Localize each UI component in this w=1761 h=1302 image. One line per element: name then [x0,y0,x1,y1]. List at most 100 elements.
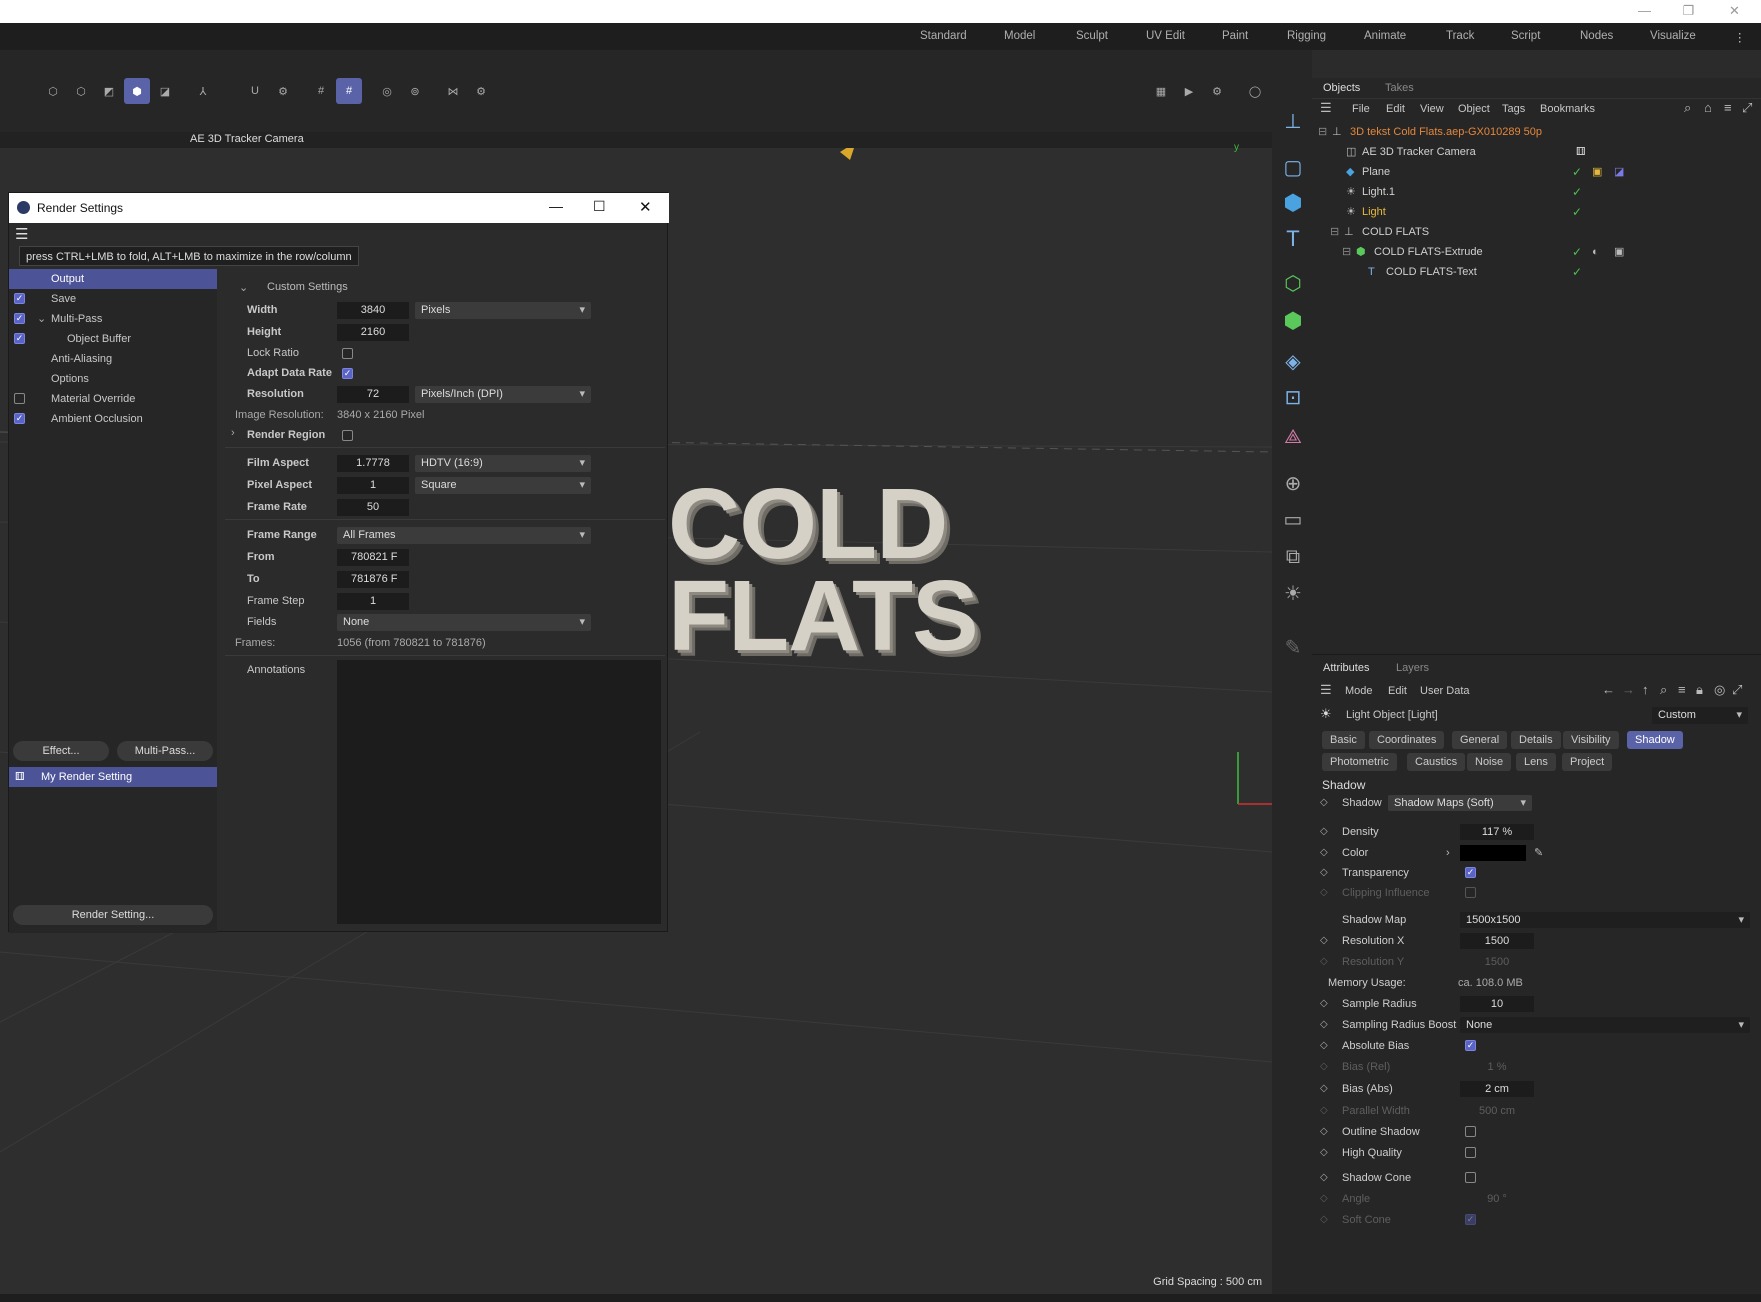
object-row[interactable]: ⊟ ⊥ 3D tekst Cold Flats.aep-GX010289 50p [1312,122,1761,142]
tab-basic[interactable]: Basic [1322,731,1365,749]
resolution-field[interactable]: 72 [337,386,409,403]
render-setting-menu-button[interactable]: Render Setting... [13,905,213,925]
menu-mode[interactable]: Mode [1345,685,1373,697]
menu-edit[interactable]: Edit [1388,685,1407,697]
enabled-check-icon[interactable]: ✓ [1572,182,1582,202]
hamburger-menu-icon[interactable]: ☰ [15,225,28,243]
tree-item-object-buffer[interactable]: Object Buffer [9,329,217,349]
fields-dropdown[interactable]: None [337,614,591,631]
environment-icon[interactable]: ⊕ [1276,466,1310,500]
collapse-icon[interactable]: ⊟ [1330,222,1339,242]
object-row[interactable]: ⊟ ⬢ COLD FLATS-Extrude ✓ ◐ ▣ [1312,242,1761,262]
pixel-aspect-field[interactable]: 1 [337,477,409,494]
lock-ratio-checkbox[interactable] [342,348,353,359]
effect-button[interactable]: Effect... [13,741,109,761]
film-aspect-field[interactable]: 1.7778 [337,455,409,472]
symmetry-icon[interactable]: ⋈ [440,78,466,104]
annotations-textarea[interactable] [337,660,661,924]
tree-item-save[interactable]: Save [9,289,217,309]
tab-coordinates[interactable]: Coordinates [1369,731,1445,749]
menu-edit[interactable]: Edit [1386,103,1405,115]
keyframe-icon[interactable]: ◇ [1320,1015,1328,1035]
tab-photometric[interactable]: Photometric [1322,753,1397,771]
transparency-checkbox[interactable] [1465,867,1476,878]
enabled-check-icon[interactable]: ✓ [1572,162,1582,182]
dialog-close-button[interactable]: ✕ [639,198,652,216]
tab-takes[interactable]: Takes [1385,82,1414,94]
cube-icon[interactable]: ⬢ [1276,186,1310,220]
hamburger-menu-icon[interactable]: ☰ [1320,100,1332,116]
render-picture-viewer-icon[interactable]: ▶ [1176,78,1202,104]
filter-icon[interactable]: ≡ [1724,100,1732,115]
tweak-icon[interactable]: ⊚ [402,78,428,104]
height-field[interactable]: 2160 [337,324,409,341]
object-row[interactable]: T COLD FLATS-Text ✓ [1312,262,1761,282]
shadow-cone-checkbox[interactable] [1465,1172,1476,1183]
layout-animate[interactable]: Animate [1364,30,1406,42]
save-checkbox[interactable] [14,293,25,304]
axis-icon[interactable]: ⅄ [190,78,216,104]
stage-tag-icon[interactable]: ◪ [1614,162,1624,182]
material-tag-icon[interactable]: ◐ [1592,242,1599,262]
render-settings-icon[interactable]: ⚙ [1204,78,1230,104]
menu-user-data[interactable]: User Data [1420,685,1470,697]
nav-back-icon[interactable]: ← [1602,682,1615,697]
density-field[interactable]: 117 % [1460,824,1534,840]
frame-rate-field[interactable]: 50 [337,499,409,516]
tab-general[interactable]: General [1452,731,1508,749]
ambient-occlusion-checkbox[interactable] [14,413,25,424]
color-swatch[interactable] [1460,845,1526,861]
tree-item-ambient-occlusion[interactable]: Ambient Occlusion [9,409,217,429]
sample-radius-field[interactable]: 10 [1460,996,1534,1012]
search-icon[interactable]: ⌕ [1660,682,1667,698]
search-icon[interactable]: ⌕ [1684,100,1691,116]
mograph-icon[interactable]: ⟁ [1276,420,1310,454]
nav-forward-icon[interactable]: → [1622,682,1635,697]
tab-caustics[interactable]: Caustics [1407,753,1466,771]
tree-item-material-override[interactable]: Material Override [9,389,217,409]
multipass-checkbox[interactable] [14,313,25,324]
high-quality-checkbox[interactable] [1465,1147,1476,1158]
home-icon[interactable]: ⌂ [1704,100,1712,115]
model-mode-icon[interactable]: ⬢ [124,78,150,104]
eyedropper-icon[interactable]: ✎ [1534,843,1543,863]
tab-objects[interactable]: Objects [1323,82,1360,94]
menu-view[interactable]: View [1420,103,1444,115]
redshift-icon[interactable]: ◯ [1242,78,1268,104]
tab-visibility[interactable]: Visibility [1563,731,1619,749]
layout-paint[interactable]: Paint [1222,30,1248,42]
layout-sculpt[interactable]: Sculpt [1076,30,1108,42]
tab-shadow[interactable]: Shadow [1627,731,1683,749]
compositing-tag-icon[interactable]: ▣ [1592,162,1602,182]
keyframe-icon[interactable]: ◇ [1320,793,1328,813]
resolution-unit-dropdown[interactable]: Pixels/Inch (DPI) [415,386,591,403]
tree-item-multipass[interactable]: ⌄ Multi-Pass [9,309,217,329]
keyframe-icon[interactable]: ◇ [1320,1122,1328,1142]
pixel-aspect-dropdown[interactable]: Square [415,477,591,494]
edges-mode-icon[interactable]: ⬡ [68,78,94,104]
workplane-grid-icon[interactable]: # [336,78,362,104]
to-field[interactable]: 781876 F [337,571,409,588]
keyframe-icon[interactable]: ◇ [1320,1036,1328,1056]
frame-step-field[interactable]: 1 [337,593,409,610]
collapse-icon[interactable]: ⊟ [1318,122,1327,142]
text-tool-icon[interactable]: T [1276,222,1310,256]
layout-model[interactable]: Model [1004,30,1035,42]
deformer-icon[interactable]: ◈ [1276,344,1310,378]
boost-dropdown[interactable]: None [1460,1017,1750,1034]
shadow-type-dropdown[interactable]: Shadow Maps (Soft) [1388,795,1532,812]
tree-item-options[interactable]: Options [9,369,217,389]
tag-icon[interactable]: ⚅ [1576,142,1586,162]
layout-script[interactable]: Script [1511,30,1540,42]
keyframe-icon[interactable]: ◇ [1320,994,1328,1014]
frame-range-dropdown[interactable]: All Frames [337,527,591,544]
from-field[interactable]: 780821 F [337,549,409,566]
menu-tags[interactable]: Tags [1502,103,1525,115]
settings-icon[interactable]: ◎ [1714,682,1725,698]
absolute-bias-checkbox[interactable] [1465,1040,1476,1051]
object-row[interactable]: ☀ Light.1 ✓ [1312,182,1761,202]
render-view-icon[interactable]: ▦ [1148,78,1174,104]
layout-rigging[interactable]: Rigging [1287,30,1326,42]
layout-track[interactable]: Track [1446,30,1474,42]
dialog-minimize-button[interactable]: — [549,198,563,214]
